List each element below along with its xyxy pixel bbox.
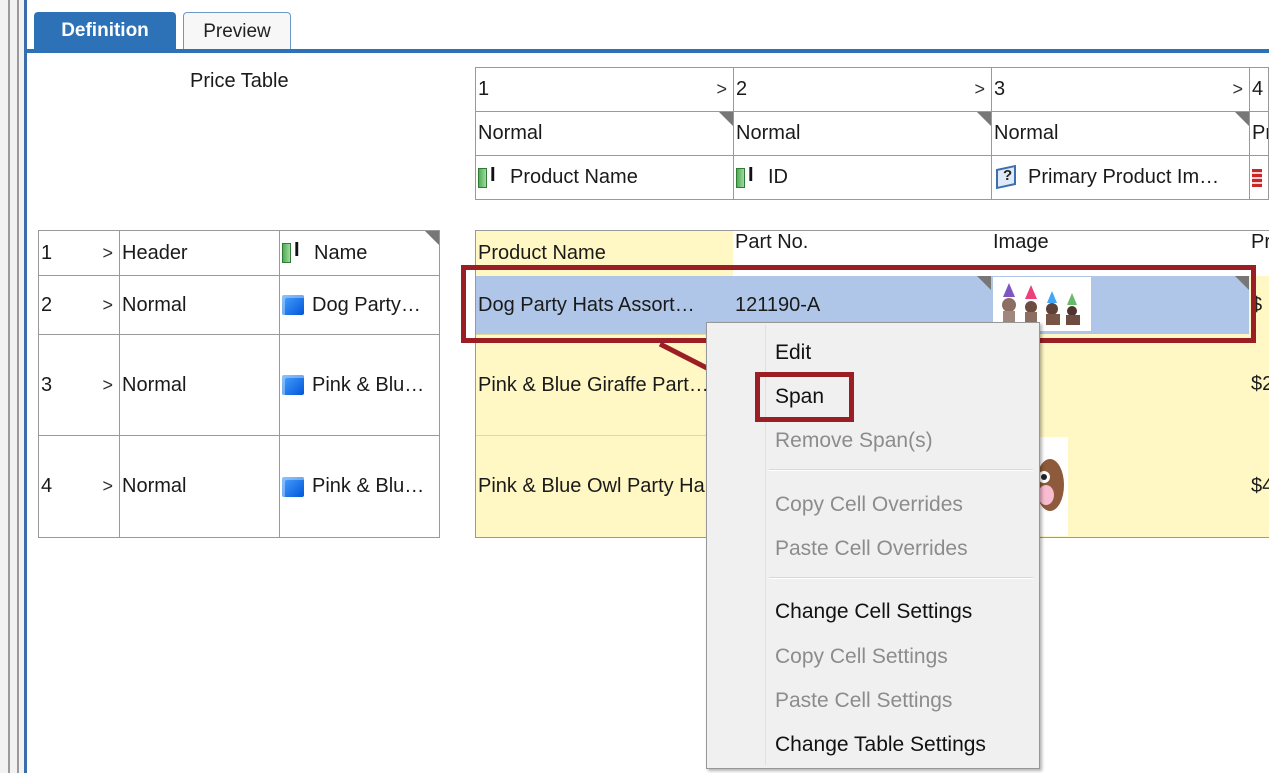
column-style-label: Normal (994, 122, 1059, 144)
column-field-label: Product Name (510, 166, 638, 188)
column-style-3[interactable]: Normal (991, 111, 1250, 156)
menu-item-copy-cell-overrides[interactable]: Copy Cell Overrides (775, 493, 963, 517)
chevron-right-icon[interactable]: > (102, 295, 113, 316)
menu-item-change-cell-settings[interactable]: Change Cell Settings (775, 600, 972, 624)
grid-cell[interactable]: Pink & Blue Owl Party Ha (476, 435, 733, 537)
row-style-label: Normal (122, 475, 187, 497)
cube-icon (282, 476, 304, 497)
menu-item-change-table-settings[interactable]: Change Table Settings (775, 733, 986, 757)
row-def-number[interactable]: 3 > (38, 334, 120, 436)
grid-header-label: Image (993, 231, 1049, 253)
grid-cell[interactable]: $4 (1249, 435, 1269, 537)
row-def-number[interactable]: 1 > (38, 230, 120, 276)
tab-definition[interactable]: Definition (34, 12, 176, 50)
cube-icon (282, 295, 304, 315)
row-def-field[interactable]: Pink & Blu… (279, 435, 440, 538)
chevron-right-icon[interactable]: > (102, 375, 113, 396)
column-style-2[interactable]: Normal (733, 111, 992, 156)
column-def-4[interactable]: 4 (1249, 67, 1269, 112)
row-number: 4 (41, 475, 53, 497)
row-field-label: Pink & Blu… (312, 475, 425, 497)
column-def-3[interactable]: 3 > (991, 67, 1250, 112)
cube-icon (282, 375, 304, 395)
menu-item-edit[interactable]: Edit (775, 341, 811, 365)
column-style-4[interactable]: Pr (1249, 111, 1269, 156)
column-number: 3 (994, 78, 1006, 100)
column-style-label: Normal (478, 122, 543, 144)
row-style-label: Normal (122, 293, 187, 316)
tab-underline (26, 49, 1269, 53)
text-field-icon: I (736, 164, 762, 189)
row-style-label: Header (122, 241, 188, 264)
row-field-label: Pink & Blu… (312, 373, 425, 396)
row-number: 1 (41, 241, 53, 264)
row-field-label: Name (314, 241, 368, 264)
row-def-style[interactable]: Normal (119, 275, 280, 335)
menu-separator (769, 577, 1033, 579)
price-table-label: Price Table (190, 70, 289, 92)
column-number: 2 (736, 78, 748, 100)
menu-item-remove-spans[interactable]: Remove Span(s) (775, 429, 933, 453)
row-def-number[interactable]: 4 > (38, 435, 120, 538)
product-thumbnail-owl (1036, 437, 1068, 536)
span-highlight-box (755, 372, 854, 422)
text-field-icon: I (478, 164, 504, 189)
row-def-number[interactable]: 2 > (38, 275, 120, 335)
row-field-label: Dog Party… (312, 293, 421, 316)
chevron-right-icon[interactable]: > (102, 476, 113, 497)
grid-cell-text: $2 (1251, 373, 1269, 395)
column-field-1[interactable]: I Product Name (475, 155, 734, 200)
column-style-label: Normal (736, 122, 801, 144)
grid-cell-text: Pink & Blue Owl Party Ha (478, 475, 705, 497)
column-style-label: Pr (1252, 122, 1268, 144)
row-def-field[interactable]: Pink & Blu… (279, 334, 440, 436)
column-def-1[interactable]: 1 > (475, 67, 734, 112)
chevron-right-icon[interactable]: > (716, 79, 727, 100)
grid-header-label: Part No. (735, 231, 809, 253)
table-icon (1252, 168, 1262, 187)
row-number: 2 (41, 293, 53, 316)
column-field-3[interactable]: ? Primary Product Im… (991, 155, 1250, 200)
row-def-style[interactable]: Header (119, 230, 280, 276)
window-left-edge (0, 0, 27, 773)
row-def-field[interactable]: I Name (279, 230, 440, 276)
row-def-style[interactable]: Normal (119, 334, 280, 436)
column-number: 4 (1252, 78, 1264, 100)
menu-item-copy-cell-settings[interactable]: Copy Cell Settings (775, 645, 948, 669)
chevron-right-icon[interactable]: > (102, 243, 113, 264)
column-number: 1 (478, 78, 490, 100)
chevron-right-icon[interactable]: > (1232, 79, 1243, 100)
column-field-label: Primary Product Im… (1028, 166, 1220, 188)
column-style-1[interactable]: Normal (475, 111, 734, 156)
grid-header-label: Product Name (478, 242, 606, 264)
row-style-label: Normal (122, 373, 187, 396)
column-field-label: ID (768, 166, 788, 188)
menu-separator (769, 469, 1033, 471)
menu-item-paste-cell-settings[interactable]: Paste Cell Settings (775, 689, 952, 713)
row-def-field[interactable]: Dog Party… (279, 275, 440, 335)
chevron-right-icon[interactable]: > (974, 79, 985, 100)
grid-header-label: Pr (1251, 231, 1269, 253)
row-def-style[interactable]: Normal (119, 435, 280, 538)
column-def-2[interactable]: 2 > (733, 67, 992, 112)
column-field-4[interactable] (1249, 155, 1269, 200)
text-field-icon: I (282, 239, 308, 264)
menu-item-paste-cell-overrides[interactable]: Paste Cell Overrides (775, 537, 968, 561)
grid-cell[interactable]: $2 (1249, 334, 1269, 435)
column-field-2[interactable]: I ID (733, 155, 992, 200)
image-field-icon: ? (994, 164, 1022, 189)
tab-preview[interactable]: Preview (183, 12, 291, 50)
grid-cell-text: $4 (1251, 474, 1269, 497)
row-number: 3 (41, 373, 53, 396)
